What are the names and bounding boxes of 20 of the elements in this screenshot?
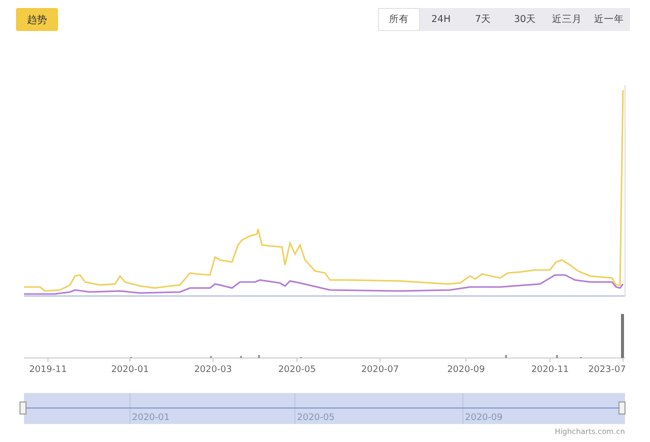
axis-label: 2019-11 <box>29 365 67 375</box>
navigator-label: 2020-05 <box>297 413 335 423</box>
axis-label: 2020-05 <box>278 365 316 375</box>
range-tab[interactable]: 24H <box>420 8 462 31</box>
range-tab[interactable]: 7天 <box>462 8 504 31</box>
range-tab[interactable]: 近三月 <box>546 8 588 31</box>
slider-handle[interactable] <box>20 402 26 414</box>
navigator-label: 2020-09 <box>465 413 503 423</box>
axis-label: 2020-09 <box>447 365 485 375</box>
navigator-label: 2020-01 <box>132 413 170 423</box>
range-tab[interactable]: 近一年 <box>588 8 630 31</box>
axis-label: 2020-07 <box>361 365 399 375</box>
axis-label: 2023-07 <box>588 365 626 375</box>
slider-handle[interactable] <box>618 402 626 414</box>
range-tab[interactable]: 30天 <box>504 8 546 31</box>
axis-label: 2020-01 <box>111 365 149 375</box>
axis-label: 2020-03 <box>194 365 232 375</box>
range-tab[interactable]: 所有 <box>378 8 420 31</box>
trend-button[interactable]: 趋势 <box>16 8 58 31</box>
axis-label: 2020-11 <box>531 365 569 375</box>
